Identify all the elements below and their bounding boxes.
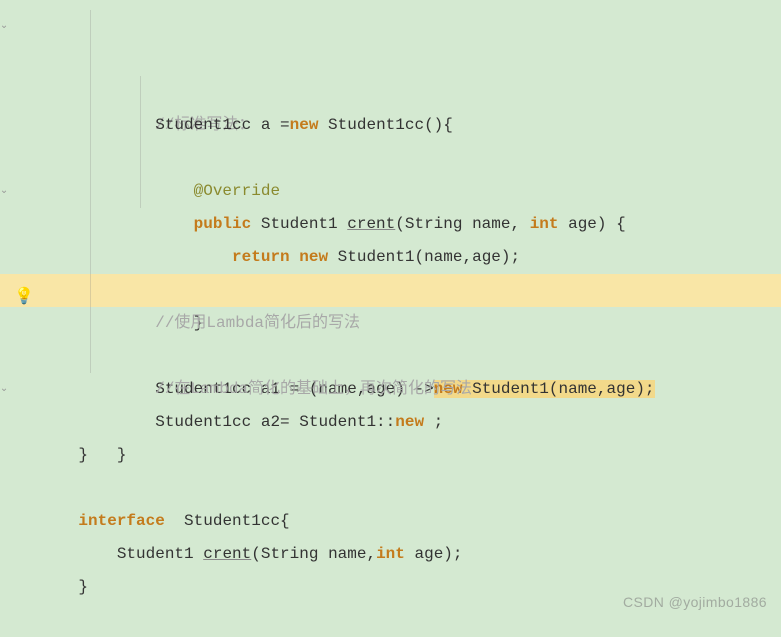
code-line[interactable]: Student1cc a2= Student1::new ; xyxy=(0,340,781,373)
indent-guide xyxy=(90,142,91,175)
indent-guide xyxy=(140,142,141,175)
indent-guide xyxy=(90,10,91,43)
code-line[interactable]: //使用Lambda简化后的写法 xyxy=(0,241,781,274)
indent-guide xyxy=(90,175,91,208)
code-line[interactable] xyxy=(0,439,781,472)
code-line[interactable]: ⌄ //标准写法： xyxy=(0,10,781,43)
watermark-text: CSDN @yojimbo1886 xyxy=(623,594,767,610)
indent-guide xyxy=(90,109,91,142)
indent-guide xyxy=(90,241,91,274)
indent-guide xyxy=(90,340,91,373)
code-line[interactable]: ⌄ } xyxy=(0,373,781,406)
indent-guide xyxy=(90,43,91,76)
fold-marker-icon: ⌄ xyxy=(0,175,8,208)
code-line-highlighted[interactable]: 💡 Student1cc a1 = (name,age) ->new Stude… xyxy=(0,274,781,307)
code-line[interactable]: ⌄ } xyxy=(0,175,781,208)
code-line[interactable]: //在Lambda简化的基础上，再次简化的写法 xyxy=(0,307,781,340)
indent-guide xyxy=(140,76,141,109)
code-line[interactable]: return new Student1(name,age); xyxy=(0,142,781,175)
indent-guide xyxy=(90,208,91,241)
code-line[interactable]: } xyxy=(0,406,781,439)
code-line[interactable]: @Override xyxy=(0,76,781,109)
code-line[interactable]: Student1cc a =new Student1cc(){ xyxy=(0,43,781,76)
code-line[interactable]: Student1 crent(String name,int age); xyxy=(0,505,781,538)
brace: } xyxy=(78,578,88,596)
code-line[interactable]: interface Student1cc{ xyxy=(0,472,781,505)
code-editor[interactable]: ⌄ //标准写法： Student1cc a =new Student1cc()… xyxy=(0,0,781,571)
indent-guide xyxy=(90,274,91,307)
fold-marker-icon: ⌄ xyxy=(0,10,8,43)
indent-guide xyxy=(90,76,91,109)
indent-guide xyxy=(90,307,91,340)
code-line[interactable]: }; xyxy=(0,208,781,241)
fold-marker-icon: ⌄ xyxy=(0,373,8,406)
code-line[interactable]: } xyxy=(0,538,781,571)
code-line[interactable]: public Student1 crent(String name, int a… xyxy=(0,109,781,142)
indent-guide xyxy=(140,175,141,208)
indent-guide xyxy=(140,109,141,142)
